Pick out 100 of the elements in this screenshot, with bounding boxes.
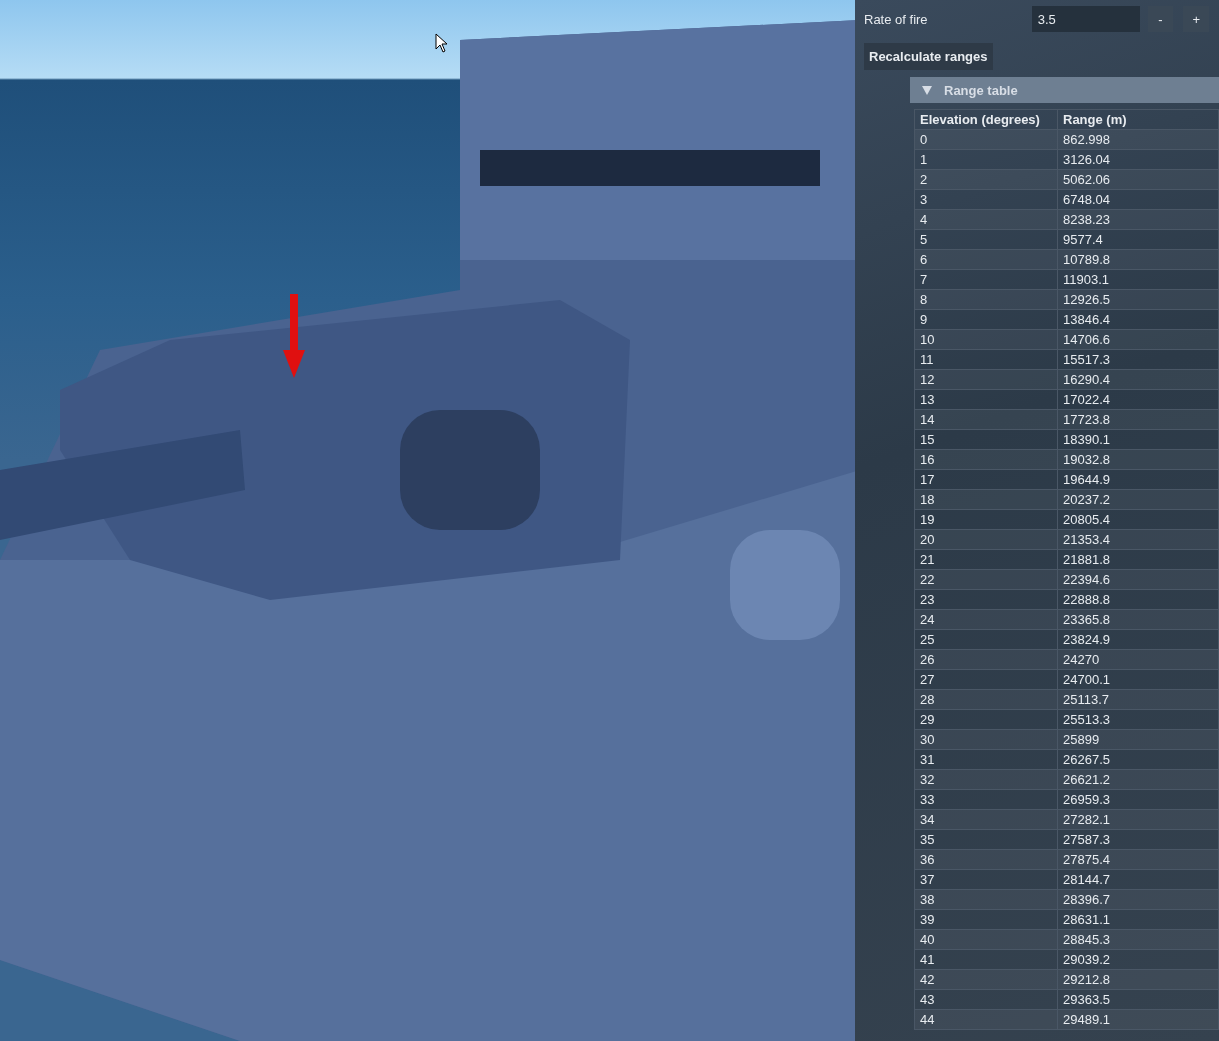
table-cell: 24700.1	[1057, 669, 1219, 690]
table-cell: 3	[914, 189, 1058, 210]
table-cell: 28396.7	[1057, 889, 1219, 910]
table-cell: 4	[914, 209, 1058, 230]
table-cell: 44	[914, 1009, 1058, 1030]
table-cell: 24	[914, 609, 1058, 630]
table-cell: 12	[914, 369, 1058, 390]
table-cell: 42	[914, 969, 1058, 990]
triangle-icon	[922, 85, 932, 95]
table-cell: 23365.8	[1057, 609, 1219, 630]
table-cell: 39	[914, 909, 1058, 930]
table-cell: 7	[914, 269, 1058, 290]
recalculate-ranges-button[interactable]: Recalculate ranges	[864, 43, 993, 70]
table-cell: 0	[914, 129, 1058, 150]
table-cell: 17	[914, 469, 1058, 490]
table-cell: 10	[914, 329, 1058, 350]
table-cell: 26959.3	[1057, 789, 1219, 810]
table-cell: 9577.4	[1057, 229, 1219, 250]
table-cell: 10789.8	[1057, 249, 1219, 270]
table-cell: 19	[914, 509, 1058, 530]
table-cell: 38	[914, 889, 1058, 910]
table-cell: 32	[914, 769, 1058, 790]
table-cell: 16290.4	[1057, 369, 1219, 390]
table-cell: 29212.8	[1057, 969, 1219, 990]
table-cell: 24270	[1057, 649, 1219, 670]
table-cell: 41	[914, 949, 1058, 970]
table-cell: 6748.04	[1057, 189, 1219, 210]
table-cell: 13	[914, 389, 1058, 410]
table-cell: 28631.1	[1057, 909, 1219, 930]
table-cell: 22394.6	[1057, 569, 1219, 590]
table-cell: 21353.4	[1057, 529, 1219, 550]
table-cell: 8	[914, 289, 1058, 310]
table-cell: 16	[914, 449, 1058, 470]
table-cell: 11	[914, 349, 1058, 370]
table-cell: 22	[914, 569, 1058, 590]
table-cell: 43	[914, 989, 1058, 1010]
table-cell: 25113.7	[1057, 689, 1219, 710]
table-cell: 34	[914, 809, 1058, 830]
stepper-button[interactable]: -	[1147, 6, 1174, 32]
table-cell: 37	[914, 869, 1058, 890]
column-header: Elevation (degrees)	[914, 109, 1058, 130]
table-cell: 29	[914, 709, 1058, 730]
table-cell: 21	[914, 549, 1058, 570]
table-cell: 27	[914, 669, 1058, 690]
table-cell: 15	[914, 429, 1058, 450]
table-cell: 33	[914, 789, 1058, 810]
table-cell: 15517.3	[1057, 349, 1219, 370]
table-cell: 28	[914, 689, 1058, 710]
table-cell: 18	[914, 489, 1058, 510]
table-cell: 20	[914, 529, 1058, 550]
table-cell: 19032.8	[1057, 449, 1219, 470]
table-cell: 19644.9	[1057, 469, 1219, 490]
table-cell: 6	[914, 249, 1058, 270]
table-cell: 29039.2	[1057, 949, 1219, 970]
table-cell: 28845.3	[1057, 929, 1219, 950]
table-cell: 26267.5	[1057, 749, 1219, 770]
table-cell: 13846.4	[1057, 309, 1219, 330]
table-cell: 17723.8	[1057, 409, 1219, 430]
stepper-button[interactable]: +	[1183, 6, 1209, 32]
table-cell: 14	[914, 409, 1058, 430]
table-cell: 35	[914, 829, 1058, 850]
table-cell: 25	[914, 629, 1058, 650]
table-cell: 11903.1	[1057, 269, 1219, 290]
table-cell: 40	[914, 929, 1058, 950]
table-cell: 31	[914, 749, 1058, 770]
table-cell: 862.998	[1057, 129, 1219, 150]
rate-of-fire-label: Rate of fire	[864, 11, 929, 27]
table-cell: 12926.5	[1057, 289, 1219, 310]
table-cell: 28144.7	[1057, 869, 1219, 890]
table-cell: 5062.06	[1057, 169, 1219, 190]
range-table-title: Range table	[944, 82, 1018, 98]
arrow-icon	[283, 294, 305, 378]
table-cell: 14706.6	[1057, 329, 1219, 350]
table-cell: 26	[914, 649, 1058, 670]
table-cell: 20805.4	[1057, 509, 1219, 530]
table-cell: 36	[914, 849, 1058, 870]
table-cell: 30	[914, 729, 1058, 750]
table-cell: 18390.1	[1057, 429, 1219, 450]
cursor-icon	[435, 33, 449, 53]
table-cell: 23	[914, 589, 1058, 610]
table-cell: 8238.23	[1057, 209, 1219, 230]
column-header: Range (m)	[1057, 109, 1219, 130]
table-cell: 29489.1	[1057, 1009, 1219, 1030]
table-cell: 27282.1	[1057, 809, 1219, 830]
table-cell: 22888.8	[1057, 589, 1219, 610]
table-cell: 1	[914, 149, 1058, 170]
table-cell: 17022.4	[1057, 389, 1219, 410]
table-cell: 29363.5	[1057, 989, 1219, 1010]
table-cell: 21881.8	[1057, 549, 1219, 570]
table-cell: 3126.04	[1057, 149, 1219, 170]
rate-of-fire-field[interactable]: 3.5	[1031, 6, 1140, 32]
table-cell: 26621.2	[1057, 769, 1219, 790]
table-cell: 5	[914, 229, 1058, 250]
table-cell: 27875.4	[1057, 849, 1219, 870]
table-cell: 20237.2	[1057, 489, 1219, 510]
table-cell: 2	[914, 169, 1058, 190]
table-cell: 9	[914, 309, 1058, 330]
table-cell: 25899	[1057, 729, 1219, 750]
table-cell: 23824.9	[1057, 629, 1219, 650]
table-cell: 27587.3	[1057, 829, 1219, 850]
